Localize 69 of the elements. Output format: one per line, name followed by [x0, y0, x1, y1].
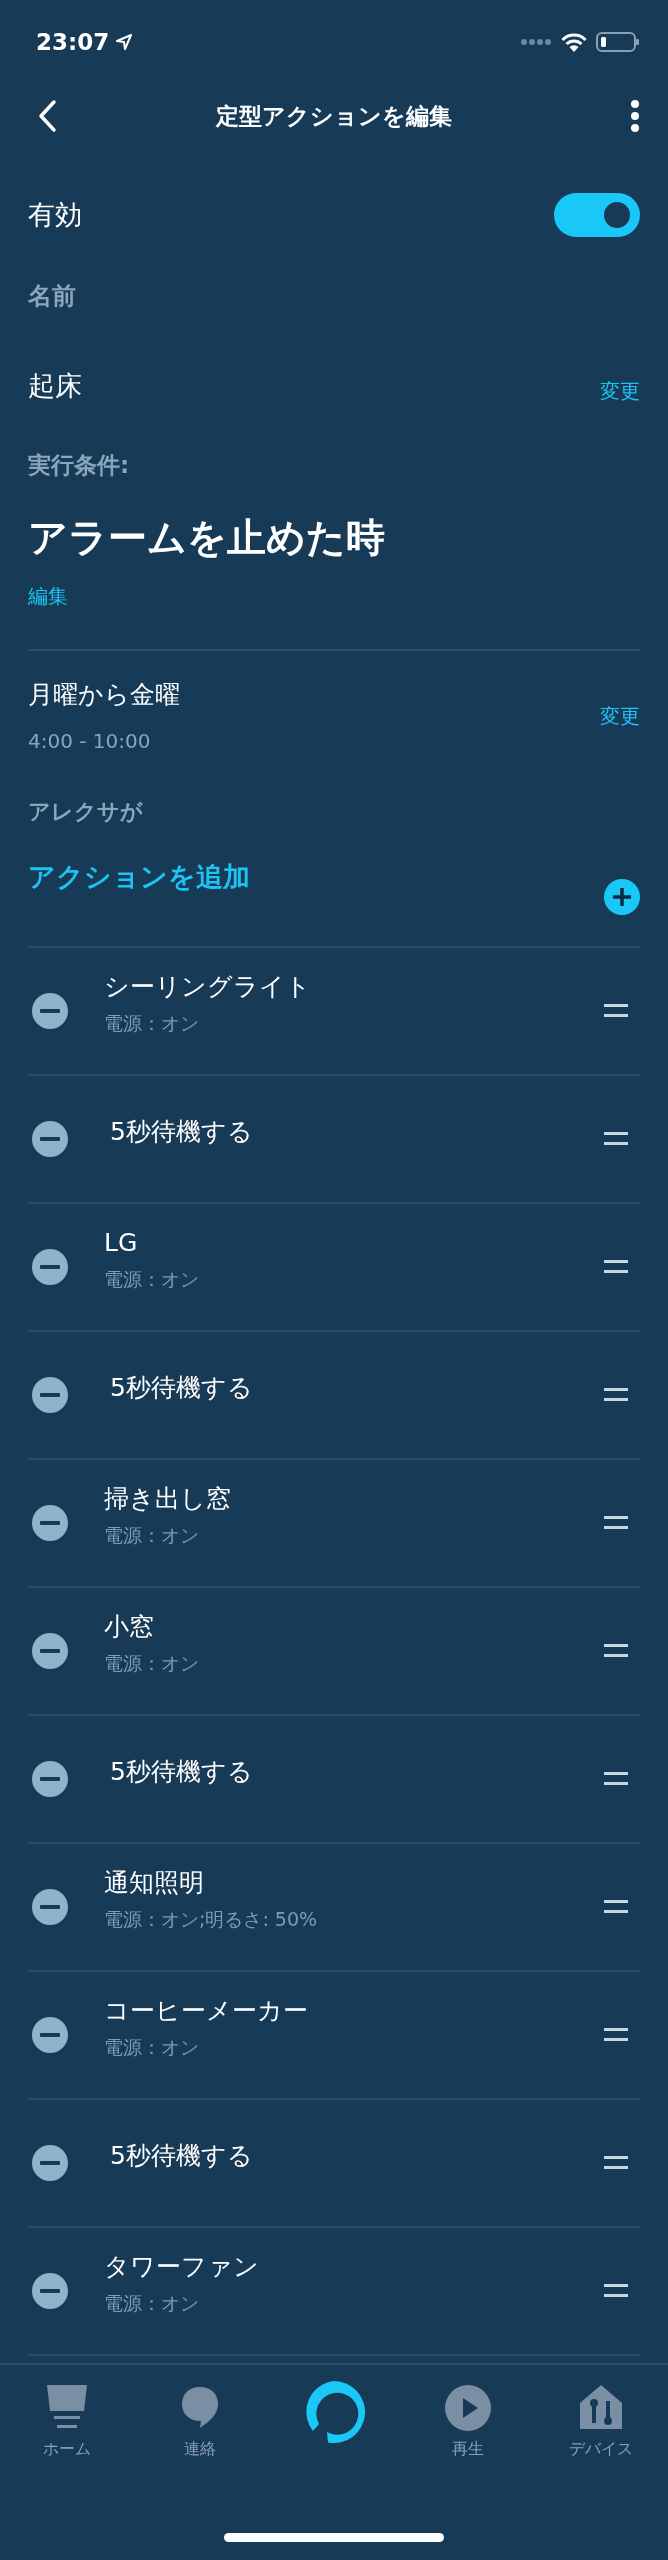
add-action-link[interactable]: アクションを追加: [28, 856, 250, 898]
drag-handle-icon[interactable]: [604, 1388, 628, 1402]
change-link[interactable]: 変更: [600, 701, 640, 731]
drag-handle-icon[interactable]: [604, 2156, 628, 2170]
device-state: 電源：オン;明るさ: 50%: [104, 1907, 318, 1932]
drag-handle-icon[interactable]: [604, 1516, 628, 1530]
remove-button[interactable]: [32, 993, 68, 1029]
house-icon: [580, 2385, 623, 2431]
edit-link[interactable]: 編集: [28, 584, 68, 608]
drag-handle-icon[interactable]: [604, 1644, 628, 1658]
play-icon: [444, 2385, 491, 2431]
change-link[interactable]: 変更: [600, 376, 640, 406]
schedule-days: 月曜から金曜: [28, 676, 180, 714]
location-icon: [115, 33, 134, 51]
remove-button[interactable]: [32, 1121, 68, 1157]
device-name: 通知照明: [104, 1866, 204, 1899]
device-name: LG: [104, 1226, 138, 1259]
setting-label: 有効: [28, 197, 82, 232]
wifi-icon: [560, 32, 588, 52]
routine-name: 起床: [28, 368, 82, 403]
drag-handle-icon[interactable]: [604, 2028, 628, 2042]
tab[interactable]: 連絡: [133, 2385, 268, 2481]
device-state: 電源：オン: [104, 1651, 199, 1676]
remove-button[interactable]: [32, 1505, 68, 1541]
schedule-time: 4:00 - 10:00: [28, 727, 151, 755]
drag-handle-icon[interactable]: [604, 1260, 628, 1274]
drag-handle-icon[interactable]: [604, 2284, 628, 2298]
drag-handle-icon[interactable]: [604, 1772, 628, 1786]
wait-action-title: 5秒待機する: [110, 1371, 253, 1404]
device-name: タワーファン: [104, 2250, 259, 2283]
device-state: 電源：オン: [104, 2035, 199, 2060]
drag-handle-icon[interactable]: [604, 1900, 628, 1914]
wait-action-title: 5秒待機する: [110, 1755, 253, 1788]
speech-bubble-icon: [180, 2385, 221, 2431]
toggle-switch[interactable]: [554, 193, 640, 237]
remove-button[interactable]: [32, 1249, 68, 1285]
remove-button[interactable]: [32, 1761, 68, 1797]
drag-handle-icon[interactable]: [604, 1132, 628, 1146]
tab[interactable]: ホーム: [0, 2385, 134, 2481]
section-label: 名前: [28, 282, 76, 310]
tab[interactable]: デバイス: [534, 2385, 668, 2481]
remove-button[interactable]: [32, 2017, 68, 2053]
signal-icon: [520, 38, 552, 46]
remove-button[interactable]: [32, 1889, 68, 1925]
tab[interactable]: 再生: [400, 2385, 535, 2481]
page-title: 定型アクションを編集: [214, 101, 453, 131]
remove-button[interactable]: [32, 1633, 68, 1669]
device-name: 小窓: [104, 1610, 154, 1643]
kebab-menu-icon: [630, 98, 640, 134]
device-name: シーリングライト: [104, 970, 311, 1003]
add-button[interactable]: [604, 879, 640, 915]
battery-icon: [596, 31, 640, 53]
wait-action-title: 5秒待機する: [110, 2139, 253, 2172]
device-state: 電源：オン: [104, 2291, 199, 2316]
section-label: アレクサが: [28, 799, 143, 824]
remove-button[interactable]: [32, 2145, 68, 2181]
device-name: 掃き出し窓: [104, 1482, 231, 1515]
drag-handle-icon[interactable]: [604, 1004, 628, 1018]
device-state: 電源：オン: [104, 1011, 199, 1036]
section-label: 実行条件:: [28, 452, 130, 478]
device-name: コーヒーメーカー: [104, 1994, 308, 2027]
remove-button[interactable]: [32, 1377, 68, 1413]
device-state: 電源：オン: [104, 1523, 199, 1548]
remove-button[interactable]: [32, 2273, 68, 2309]
status-time: 23:07: [36, 27, 110, 57]
trigger-title: アラームを止めた時: [28, 514, 385, 560]
wait-action-title: 5秒待機する: [110, 1115, 253, 1148]
device-state: 電源：オン: [104, 1267, 199, 1292]
home-icon: [45, 2385, 88, 2431]
